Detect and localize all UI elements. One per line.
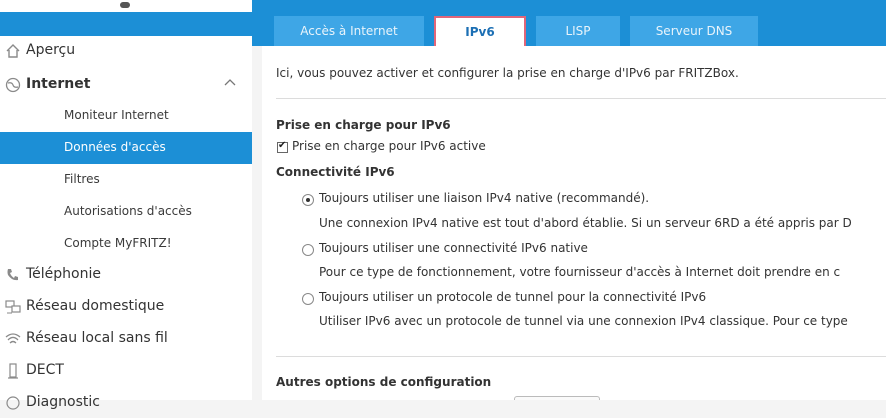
globe-icon: [5, 77, 21, 93]
sidebar-subitem-access-data[interactable]: Données d'accès: [0, 132, 252, 164]
connectivity-heading: Connectivité IPv6: [276, 165, 395, 179]
tab-bar: Accès à Internet IPv6 LISP Serveur DNS: [274, 16, 758, 46]
diagnostic-icon: [5, 395, 21, 411]
option-label[interactable]: Toujours utiliser un protocole de tunnel…: [319, 290, 706, 304]
sidebar-subitem-access-permissions[interactable]: Autorisations d'accès: [0, 196, 252, 228]
radio-native-ipv6[interactable]: [302, 244, 314, 256]
phone-icon: [5, 267, 21, 283]
sidebar-subitem-label: Autorisations d'accès: [64, 204, 192, 218]
dect-icon: [5, 363, 21, 379]
sidebar-item-dect[interactable]: DECT: [0, 356, 252, 386]
sidebar-item-overview[interactable]: Aperçu: [0, 36, 252, 66]
sidebar-item-label: Aperçu: [26, 42, 76, 58]
sidebar-item-home-network[interactable]: Réseau domestique: [0, 292, 252, 322]
intro-text: Ici, vous pouvez activer et configurer l…: [276, 66, 739, 80]
tab-internet-access[interactable]: Accès à Internet: [274, 16, 424, 46]
sidebar-item-wifi[interactable]: Réseau local sans fil: [0, 324, 252, 354]
sidebar-item-label: DECT: [26, 362, 64, 378]
partial-button[interactable]: [514, 396, 600, 400]
wifi-icon: [5, 331, 21, 347]
sidebar-subitem-label: Filtres: [64, 172, 100, 186]
other-options-heading: Autres options de configuration: [276, 375, 492, 389]
sidebar-subitem-label: Données d'accès: [64, 140, 166, 154]
ipv6-support-checkbox[interactable]: [277, 140, 288, 153]
sidebar-subitem-filters[interactable]: Filtres: [0, 164, 252, 196]
sidebar: Aperçu Internet Moniteur Internet Donnée…: [0, 36, 252, 410]
logo-area: [0, 0, 252, 12]
sidebar-subitem-myfritz-account[interactable]: Compte MyFRITZ!: [0, 228, 252, 260]
option-description: Pour ce type de fonctionnement, votre fo…: [319, 265, 841, 279]
main-content: Ici, vous pouvez activer et configurer l…: [262, 46, 886, 400]
sidebar-item-telephony[interactable]: Téléphonie: [0, 260, 252, 290]
option-description: Utiliser IPv6 avec un protocole de tunne…: [319, 314, 848, 328]
sidebar-item-label: Téléphonie: [26, 266, 101, 282]
radio-tunnel-protocol[interactable]: [302, 293, 314, 305]
network-icon: [5, 299, 21, 315]
option-label[interactable]: Toujours utiliser une connectivité IPv6 …: [319, 241, 588, 255]
sidebar-subitem-label: Moniteur Internet: [64, 108, 169, 122]
option-description: Une connexion IPv4 native est tout d'abo…: [319, 216, 852, 230]
sidebar-subitem-internet-monitor[interactable]: Moniteur Internet: [0, 100, 252, 132]
option-label[interactable]: Toujours utiliser une liaison IPv4 nativ…: [319, 191, 649, 205]
sidebar-item-label: Diagnostic: [26, 394, 100, 410]
sidebar-item-diagnostic[interactable]: Diagnostic: [0, 388, 252, 418]
sidebar-item-label: Internet: [26, 76, 91, 92]
sidebar-item-internet[interactable]: Internet: [0, 70, 252, 100]
logo-icon: [120, 2, 130, 8]
tab-lisp[interactable]: LISP: [536, 16, 620, 46]
radio-native-ipv4[interactable]: [302, 194, 314, 206]
sidebar-subitem-label: Compte MyFRITZ!: [64, 236, 172, 250]
divider: [276, 356, 886, 357]
home-icon: [5, 43, 21, 59]
chevron-up-icon[interactable]: [224, 75, 236, 91]
ipv6-support-label[interactable]: Prise en charge pour IPv6 active: [292, 139, 486, 153]
sidebar-item-label: Réseau domestique: [26, 298, 165, 314]
support-heading: Prise en charge pour IPv6: [276, 118, 451, 132]
tab-dns-server[interactable]: Serveur DNS: [630, 16, 758, 46]
sidebar-item-label: Réseau local sans fil: [26, 330, 168, 346]
tab-ipv6[interactable]: IPv6: [434, 16, 526, 46]
divider: [276, 98, 886, 99]
